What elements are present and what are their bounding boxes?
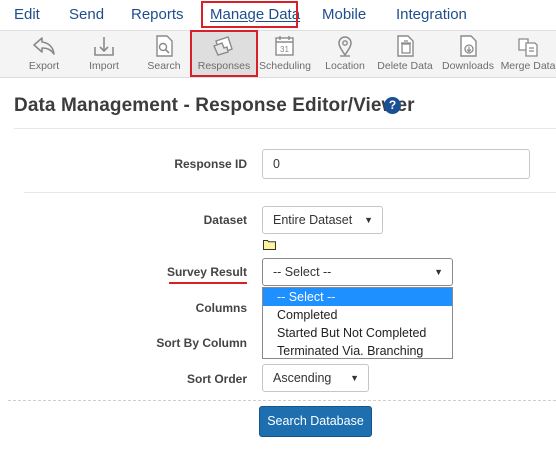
dataset-select[interactable]: Entire Dataset ▼ — [262, 206, 383, 234]
caret-down-icon: ▼ — [350, 373, 359, 383]
toolbar-delete-data-label: Delete Data — [377, 60, 433, 72]
menu-mobile[interactable]: Mobile — [322, 6, 366, 23]
toolbar-location-button[interactable]: Location — [320, 31, 370, 78]
toolbar-merge-data-label: Merge Data — [500, 60, 556, 72]
toolbar-location-label: Location — [325, 60, 365, 72]
dropdown-option[interactable]: Completed — [263, 306, 452, 324]
menu-edit[interactable]: Edit — [14, 6, 40, 23]
columns-label: Columns — [195, 301, 247, 315]
page-title: Data Management - Response Editor/Viewer — [14, 95, 415, 116]
menu-send[interactable]: Send — [69, 6, 104, 23]
toolbar-scheduling-button[interactable]: 31 Scheduling — [258, 31, 312, 78]
menu-integration[interactable]: Integration — [396, 6, 467, 23]
search-database-button[interactable]: Search Database — [259, 406, 372, 437]
location-pin-icon — [338, 36, 352, 57]
toolbar-merge-data-button[interactable]: Merge Data — [500, 31, 556, 78]
dropdown-option[interactable]: -- Select -- — [263, 288, 452, 306]
toolbar-scheduling-label: Scheduling — [259, 60, 311, 72]
downloads-icon — [460, 35, 477, 57]
toolbar-export-button[interactable]: Export — [20, 31, 68, 78]
import-icon — [94, 37, 114, 56]
toolbar-downloads-label: Downloads — [442, 60, 494, 72]
dropdown-option[interactable]: Started But Not Completed — [263, 324, 452, 342]
toolbar-search-button[interactable]: Search — [140, 31, 188, 78]
survey-result-select[interactable]: -- Select -- ▼ — [262, 258, 453, 286]
search-icon — [156, 35, 173, 57]
sort-order-label: Sort Order — [186, 372, 247, 386]
toolbar-delete-data-button[interactable]: Delete Data — [376, 31, 434, 78]
sort-by-column-label: Sort By Column — [156, 336, 247, 350]
sort-order-select[interactable]: Ascending ▼ — [262, 364, 369, 392]
survey-result-select-value: -- Select -- — [273, 265, 332, 279]
folder-icon[interactable] — [263, 239, 276, 250]
survey-result-label: Survey Result — [166, 265, 247, 279]
toolbar-downloads-button[interactable]: Downloads — [440, 31, 496, 78]
toolbar-search-label: Search — [147, 60, 181, 72]
survey-result-highlight-underline — [169, 282, 247, 284]
merge-data-icon — [518, 38, 538, 57]
calendar-icon: 31 — [275, 36, 294, 56]
dashed-divider — [8, 400, 556, 401]
dataset-select-value: Entire Dataset — [273, 213, 353, 227]
response-id-label: Response ID — [174, 157, 247, 171]
toolbar-import-label: Import — [89, 60, 119, 72]
dropdown-option[interactable]: Terminated Via. Branching — [263, 342, 452, 360]
export-icon — [33, 37, 55, 55]
caret-down-icon: ▼ — [364, 215, 373, 225]
svg-text:31: 31 — [280, 45, 289, 54]
caret-down-icon: ▼ — [434, 267, 443, 277]
toolbar-export-label: Export — [28, 60, 60, 72]
toolbar-import-button[interactable]: Import — [80, 31, 128, 78]
dataset-label: Dataset — [203, 213, 247, 227]
help-icon[interactable]: ? — [384, 97, 401, 114]
delete-data-icon — [397, 35, 414, 57]
toolbar: Export Import Search Responses 31 Schedu… — [0, 30, 556, 78]
menu-active-highlight — [201, 1, 298, 28]
menu-reports[interactable]: Reports — [131, 6, 184, 23]
title-divider — [14, 128, 556, 129]
survey-result-dropdown-list: -- Select -- Completed Started But Not C… — [262, 287, 453, 359]
form-divider — [24, 192, 556, 193]
sort-order-select-value: Ascending — [273, 371, 332, 385]
toolbar-selected-highlight — [190, 30, 258, 77]
response-id-input[interactable]: 0 — [262, 149, 530, 179]
